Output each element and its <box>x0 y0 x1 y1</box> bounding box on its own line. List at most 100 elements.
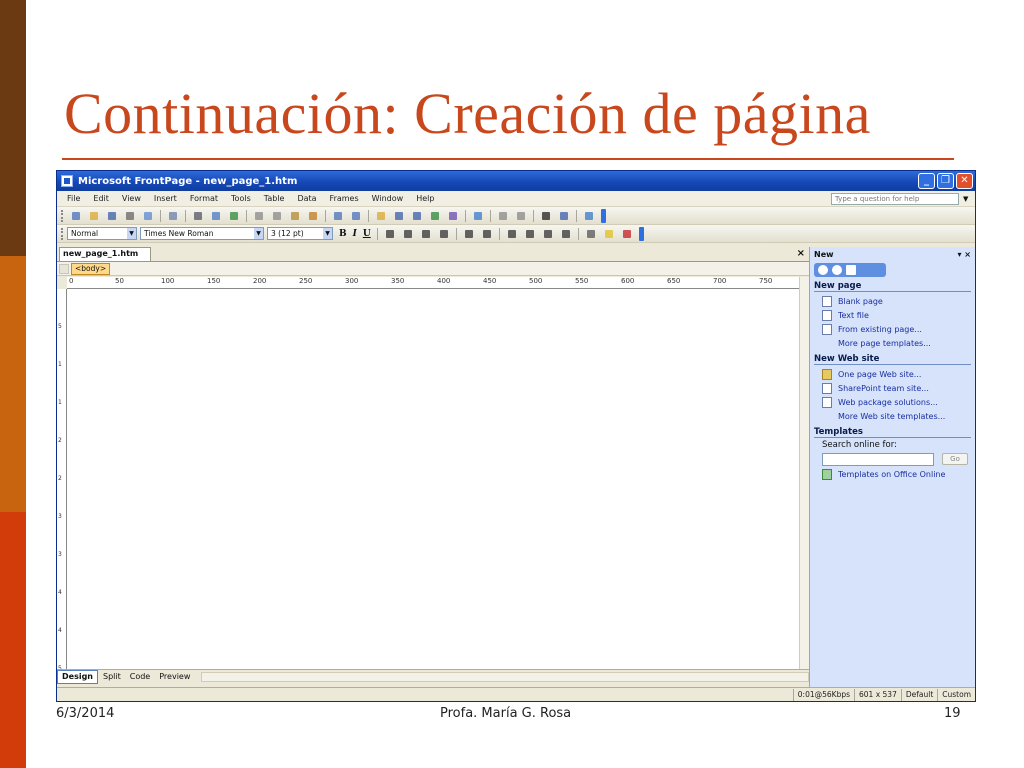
italic-button[interactable]: I <box>353 229 357 239</box>
copy-icon[interactable] <box>270 210 284 222</box>
hyperlink-icon[interactable] <box>471 210 485 222</box>
menu-data[interactable]: Data <box>297 194 316 203</box>
text-file-link[interactable]: Text file <box>810 308 975 322</box>
tab-preview[interactable]: Preview <box>155 671 194 683</box>
cut-icon[interactable] <box>252 210 266 222</box>
help-icon[interactable] <box>582 210 596 222</box>
from-existing-page-link[interactable]: From existing page... <box>810 322 975 336</box>
undo-icon[interactable] <box>331 210 345 222</box>
justify-icon[interactable] <box>437 228 451 240</box>
menu-file[interactable]: File <box>67 194 80 203</box>
sharepoint-team-site-link[interactable]: SharePoint team site... <box>810 381 975 395</box>
bold-button[interactable]: B <box>339 229 347 239</box>
one-page-web-site-link[interactable]: One page Web site... <box>810 367 975 381</box>
toolbar-separator <box>490 209 491 222</box>
custom-setting[interactable]: Custom <box>937 688 975 701</box>
align-left-icon[interactable] <box>383 228 397 240</box>
borders-icon[interactable] <box>584 228 598 240</box>
page-canvas[interactable] <box>67 289 799 669</box>
paste-icon[interactable] <box>288 210 302 222</box>
new-page-icon[interactable] <box>69 210 83 222</box>
toolbar-grip[interactable] <box>61 209 64 222</box>
help-search-input[interactable]: Type a question for help <box>831 192 959 205</box>
publish-icon[interactable] <box>141 210 155 222</box>
menu-tools[interactable]: Tools <box>231 194 251 203</box>
ruler-tick-label: 1 <box>58 361 62 368</box>
decrease-indent-icon[interactable] <box>541 228 555 240</box>
more-page-templates-link[interactable]: More page templates... <box>810 336 975 350</box>
bullets-icon[interactable] <box>523 228 537 240</box>
align-right-icon[interactable] <box>419 228 433 240</box>
toggle-pane-icon[interactable] <box>166 210 180 222</box>
highlight-icon[interactable] <box>602 228 616 240</box>
templates-office-online-link[interactable]: Templates on Office Online <box>810 467 975 481</box>
toolbar-separator <box>185 209 186 222</box>
menu-format[interactable]: Format <box>190 194 218 203</box>
page-mode[interactable]: Default <box>900 688 937 701</box>
menu-help[interactable]: Help <box>416 194 434 203</box>
redo-icon[interactable] <box>349 210 363 222</box>
underline-button[interactable]: U <box>363 229 371 239</box>
tab-split[interactable]: Split <box>99 671 125 683</box>
font-size-select[interactable]: 3 (12 pt) ▼ <box>267 227 333 240</box>
stop-icon[interactable] <box>514 210 528 222</box>
task-pane-controls[interactable]: ▾ × <box>957 250 971 259</box>
refresh-icon[interactable] <box>496 210 510 222</box>
style-select[interactable]: Normal ▼ <box>67 227 137 240</box>
blank-page-link[interactable]: Blank page <box>810 294 975 308</box>
horizontal-scrollbar[interactable] <box>201 671 809 682</box>
insert-picture-icon[interactable] <box>428 210 442 222</box>
toolbar-grip[interactable] <box>61 227 64 240</box>
quick-tag-scroll-left[interactable] <box>59 263 69 274</box>
back-icon[interactable] <box>818 265 828 275</box>
drawing-icon[interactable] <box>446 210 460 222</box>
menu-edit[interactable]: Edit <box>93 194 109 203</box>
increase-font-icon[interactable] <box>462 228 476 240</box>
body-tag[interactable]: <body> <box>71 262 111 275</box>
save-icon[interactable] <box>105 210 119 222</box>
toolbar-options-icon[interactable] <box>601 208 606 223</box>
quick-tag-selector: <body> <box>57 262 809 276</box>
numbering-icon[interactable] <box>505 228 519 240</box>
toolbar-options-icon[interactable] <box>638 226 644 241</box>
spelling-icon[interactable] <box>227 210 241 222</box>
page-dimensions[interactable]: 601 x 537 <box>854 688 901 701</box>
menu-window[interactable]: Window <box>372 194 404 203</box>
template-search-input[interactable] <box>822 452 934 466</box>
increase-indent-icon[interactable] <box>559 228 573 240</box>
align-center-icon[interactable] <box>401 228 415 240</box>
font-select[interactable]: Times New Roman ▼ <box>140 227 264 240</box>
font-color-icon[interactable] <box>620 228 634 240</box>
insert-layer-icon[interactable] <box>410 210 424 222</box>
open-folder-icon[interactable] <box>87 210 101 222</box>
preview-browser-icon[interactable] <box>209 210 223 222</box>
format-painter-icon[interactable] <box>306 210 320 222</box>
task-pane-header: New ▾ × <box>810 247 975 262</box>
help-dropdown-icon[interactable]: ▼ <box>963 195 971 203</box>
menu-table[interactable]: Table <box>264 194 285 203</box>
web-package-solutions-link[interactable]: Web package solutions... <box>810 395 975 409</box>
print-icon[interactable] <box>191 210 205 222</box>
vertical-scrollbar[interactable] <box>799 277 809 669</box>
minimize-button[interactable]: _ <box>918 173 935 189</box>
font-size-value: 3 (12 pt) <box>271 229 304 238</box>
tab-code[interactable]: Code <box>126 671 154 683</box>
menu-view[interactable]: View <box>122 194 141 203</box>
close-button[interactable]: ✕ <box>956 173 973 189</box>
show-layer-icon[interactable] <box>557 210 571 222</box>
paragraph-marks-icon[interactable] <box>539 210 553 222</box>
web-component-icon[interactable] <box>374 210 388 222</box>
home-icon[interactable] <box>846 265 856 275</box>
search-icon[interactable] <box>123 210 137 222</box>
go-button[interactable]: Go <box>942 453 968 465</box>
forward-icon[interactable] <box>832 265 842 275</box>
decrease-font-icon[interactable] <box>480 228 494 240</box>
more-web-site-templates-link[interactable]: More Web site templates... <box>810 409 975 423</box>
close-document-icon[interactable]: × <box>797 248 805 259</box>
tab-design[interactable]: Design <box>57 669 98 684</box>
menu-frames[interactable]: Frames <box>330 194 359 203</box>
maximize-button[interactable]: ❐ <box>937 173 954 189</box>
menu-insert[interactable]: Insert <box>154 194 177 203</box>
insert-table-icon[interactable] <box>392 210 406 222</box>
tab-new-page-1[interactable]: new_page_1.htm <box>59 247 152 261</box>
